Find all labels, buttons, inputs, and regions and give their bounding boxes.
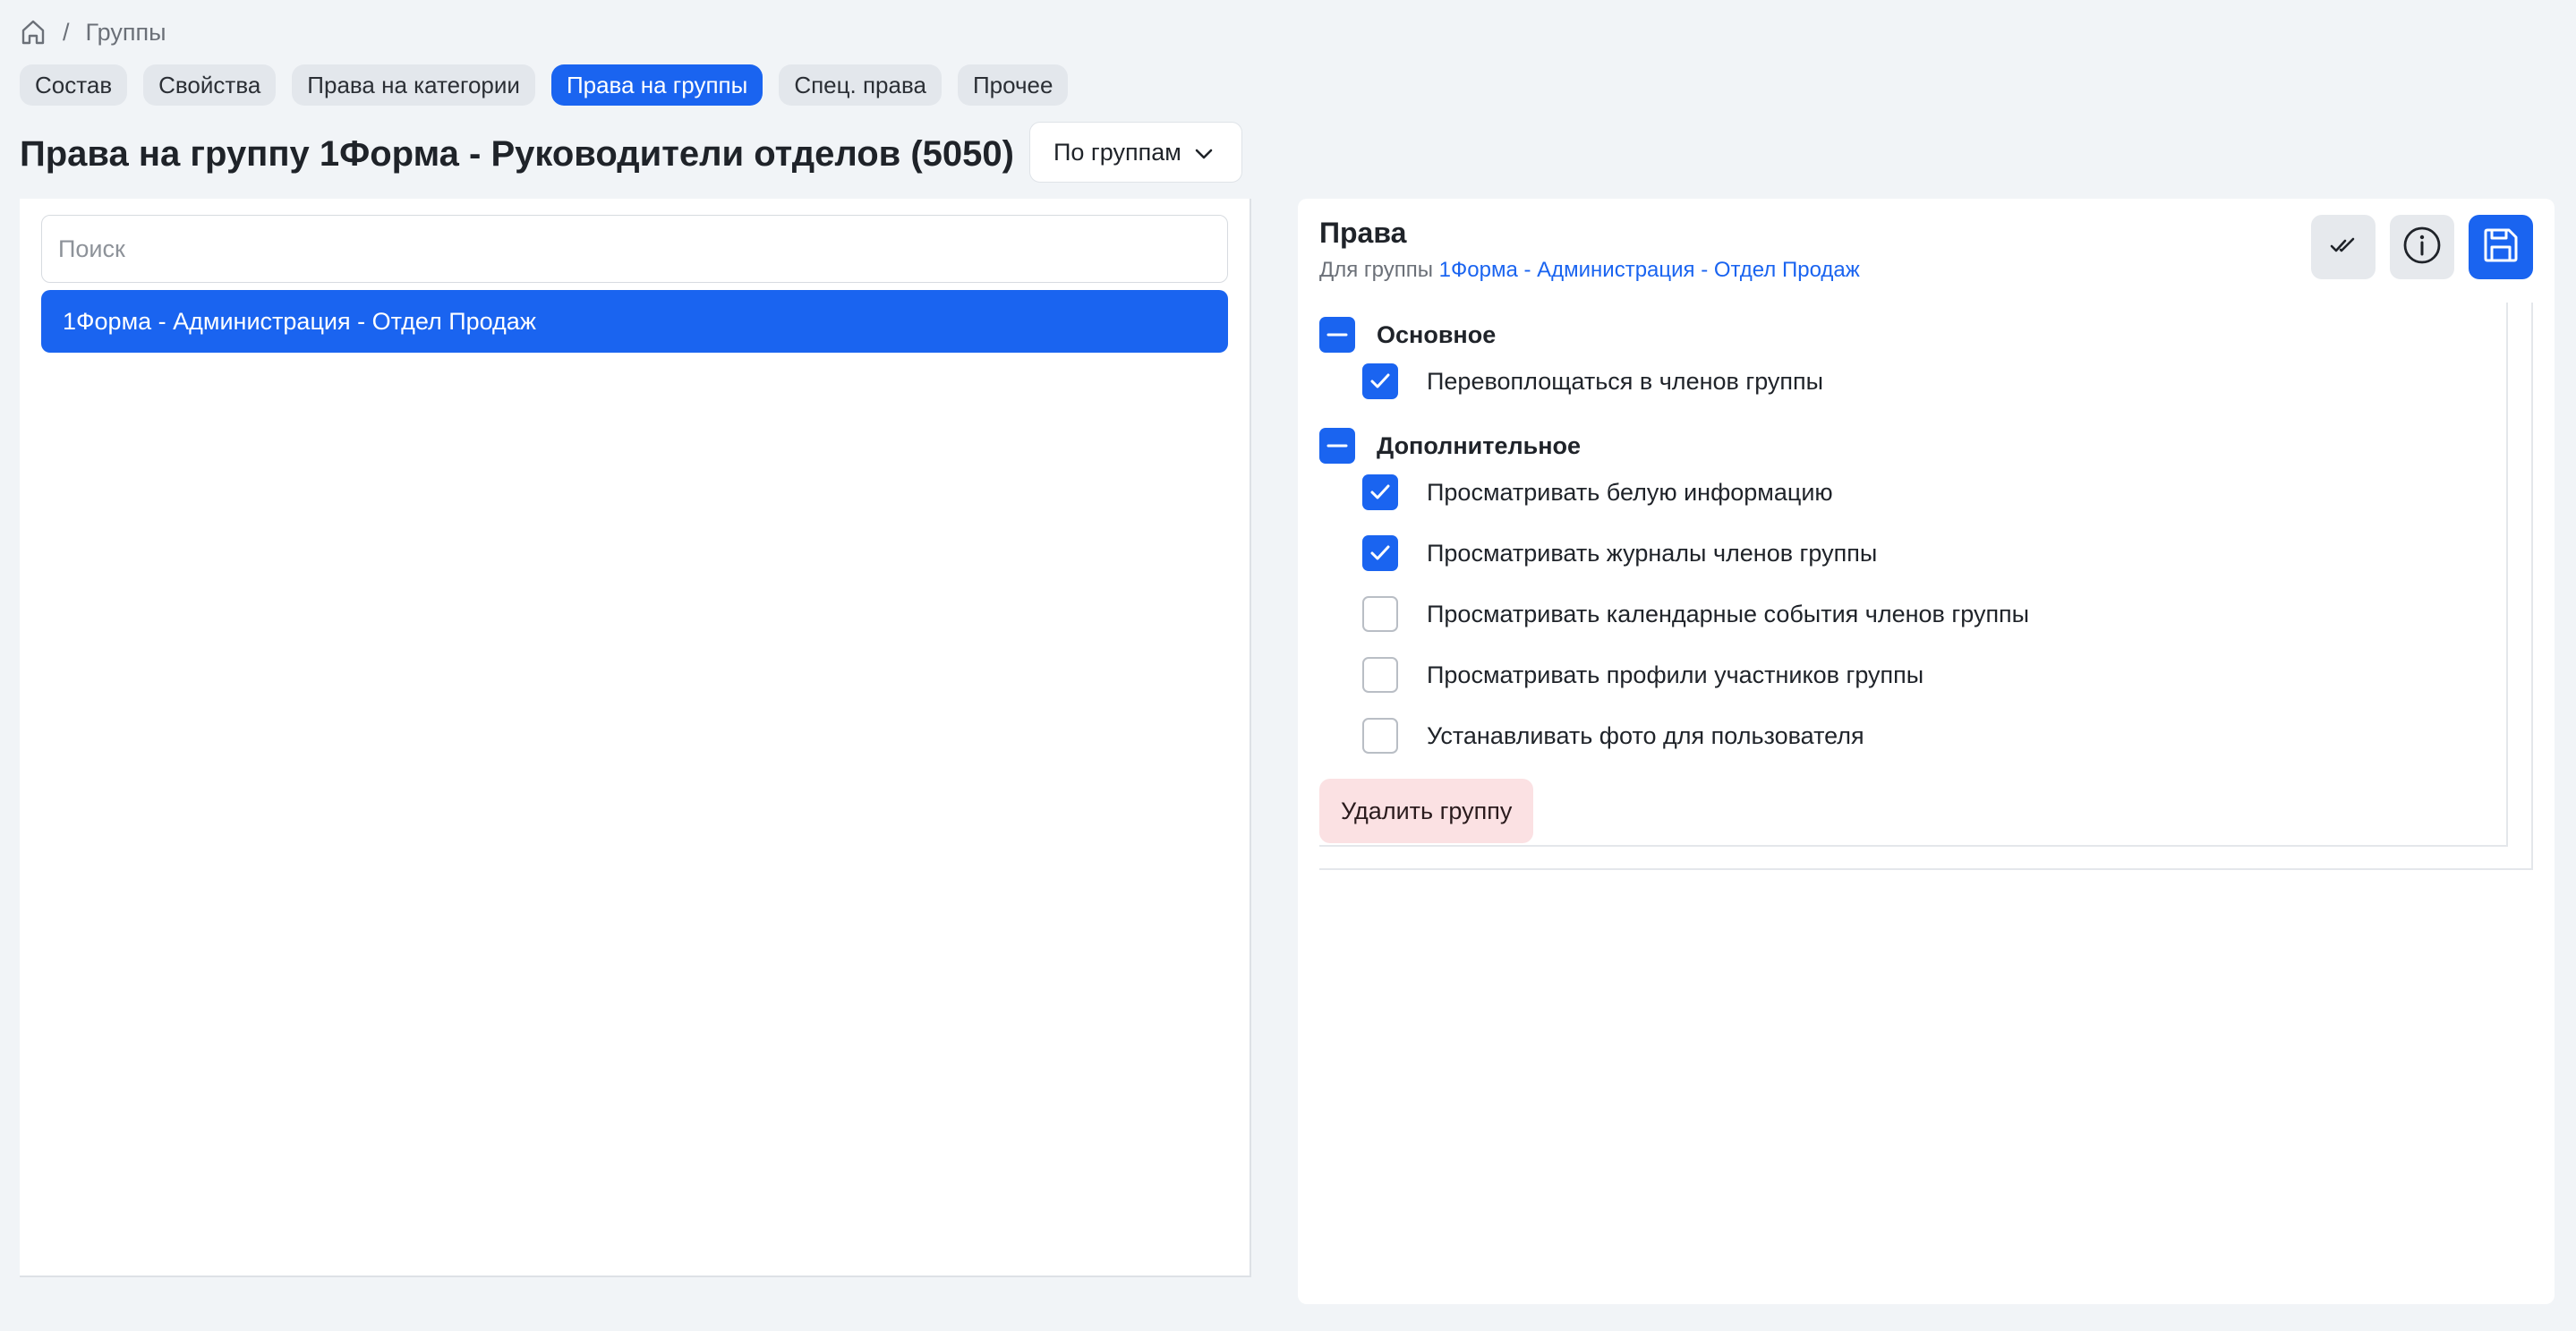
rights-subtitle: Для группы 1Форма - Администрация - Отде… (1319, 258, 1860, 283)
tab-other[interactable]: Прочее (957, 64, 1069, 106)
save-icon (2481, 226, 2521, 269)
page-title: Права на группу 1Форма - Руководители от… (20, 134, 1014, 174)
tab-category-rights[interactable]: Права на категории (292, 64, 535, 106)
rights-title: Права (1319, 217, 1407, 249)
search-input[interactable] (41, 215, 1228, 283)
rights-subtitle-group-link[interactable]: 1Форма - Администрация - Отдел Продаж (1439, 258, 1860, 282)
section-additional-label: Дополнительное (1377, 431, 1582, 459)
permission-label: Перевоплощаться в членов группы (1427, 367, 1824, 395)
grouping-select-value: По группам (1053, 138, 1181, 166)
permission-label: Устанавливать фото для пользователя (1427, 721, 1864, 749)
permission-label: Просматривать профили участников группы (1427, 661, 1924, 688)
section-main: Основное (1319, 317, 1496, 353)
permission-row: Просматривать календарные события членов… (1362, 596, 2029, 632)
group-list-panel: 1Форма - Администрация - Отдел Продаж (20, 199, 1251, 1277)
section-main-label: Основное (1377, 320, 1497, 348)
home-icon[interactable] (20, 18, 47, 47)
permission-label: Просматривать календарные события членов… (1427, 600, 2030, 627)
permission-checkbox[interactable] (1362, 657, 1398, 693)
permission-row: Просматривать журналы членов группы (1362, 535, 1877, 571)
permission-row: Просматривать белую информацию (1362, 474, 1833, 510)
rights-panel: Права Для группы 1Форма - Администрация … (1298, 199, 2555, 1304)
breadcrumb: / Группы (20, 14, 166, 50)
tab-properties[interactable]: Свойства (143, 64, 277, 106)
permission-checkbox[interactable] (1362, 474, 1398, 510)
tab-bar: Состав Свойства Права на категории Права… (20, 64, 1069, 106)
section-additional-checkbox[interactable] (1319, 428, 1355, 464)
grouping-select[interactable]: По группам (1029, 122, 1242, 183)
tab-special-rights[interactable]: Спец. права (779, 64, 942, 106)
list-item[interactable]: 1Форма - Администрация - Отдел Продаж (41, 290, 1228, 353)
section-main-checkbox[interactable] (1319, 317, 1355, 353)
permission-row: Устанавливать фото для пользователя (1362, 718, 1864, 754)
delete-group-button[interactable]: Удалить группу (1319, 779, 1534, 843)
chevron-down-icon (1194, 139, 1214, 166)
permission-checkbox[interactable] (1362, 596, 1398, 632)
permission-checkbox[interactable] (1362, 535, 1398, 571)
double-check-icon (2330, 236, 2357, 259)
breadcrumb-separator: / (63, 18, 70, 46)
permission-row: Перевоплощаться в членов группы (1362, 363, 1823, 399)
permission-label: Просматривать журналы членов группы (1427, 539, 1878, 567)
info-button[interactable] (2390, 215, 2454, 279)
tab-group-rights[interactable]: Права на группы (550, 64, 763, 106)
permission-row: Просматривать профили участников группы (1362, 657, 1923, 693)
scrollbar-track (2531, 303, 2533, 870)
section-additional: Дополнительное (1319, 428, 1581, 464)
info-icon (2402, 226, 2442, 269)
breadcrumb-current[interactable]: Группы (86, 19, 166, 47)
tab-composition[interactable]: Состав (20, 64, 128, 106)
rights-subtitle-prefix: Для группы (1319, 258, 1433, 282)
permission-checkbox[interactable] (1362, 363, 1398, 399)
permission-checkbox[interactable] (1362, 718, 1398, 754)
permission-label: Просматривать белую информацию (1427, 478, 1833, 506)
divider (1319, 868, 2533, 870)
rights-tree: Основное Перевоплощаться в членов группы… (1319, 303, 2508, 847)
save-button[interactable] (2469, 215, 2533, 279)
check-all-button[interactable] (2311, 215, 2376, 279)
